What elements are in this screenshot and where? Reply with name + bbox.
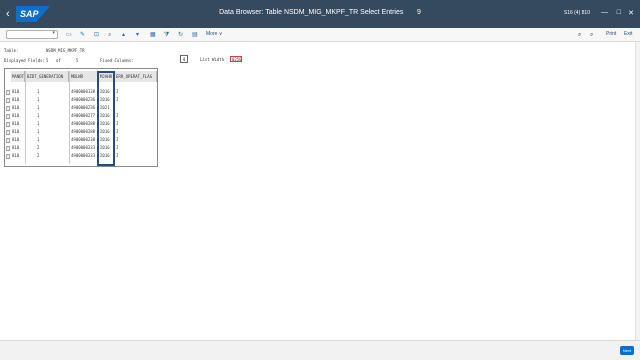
sort-descending-icon[interactable]: ▾ xyxy=(136,31,139,39)
page-title: Data Browser: Table NSDM_MIG_MKPF_TR Sel… xyxy=(0,9,640,16)
title-text: Data Browser: Table NSDM_MIG_MKPF_TR Sel… xyxy=(219,9,404,16)
cell-mandt: 810 xyxy=(12,153,20,158)
column-highlight-mjahr xyxy=(97,71,115,166)
cell-mblnr: 4900000236 xyxy=(71,105,96,110)
find-icon[interactable]: ⌕ xyxy=(108,31,111,39)
row-selector[interactable] xyxy=(6,154,10,159)
displayed-fields-value: 5 xyxy=(46,58,49,63)
fixed-columns-label: Fixed Columns: xyxy=(100,58,134,63)
print-button[interactable]: Print xyxy=(606,31,616,37)
cell-err-operat-flag: I xyxy=(116,145,119,150)
cell-mandt: 810 xyxy=(12,105,20,110)
table-label: Table: xyxy=(4,48,19,53)
table-row[interactable]: 810 1 4900000138 2016 I xyxy=(5,89,157,96)
cell-err-operat-flag: I xyxy=(116,153,119,158)
cell-bzdt-generation: 1 xyxy=(37,105,40,110)
system-info: S16 (4) 810 xyxy=(563,10,590,16)
displayed-fields-label: Displayed Fields: xyxy=(4,58,45,63)
next-button[interactable]: Next xyxy=(620,346,634,355)
footer-bar: Next xyxy=(0,340,640,360)
minimize-icon[interactable]: — xyxy=(601,9,608,16)
list-width-field[interactable]: 0250 xyxy=(230,56,242,62)
chevron-down-icon[interactable]: ▾ xyxy=(52,30,55,36)
table-row[interactable]: 810 1 4900000288 2016 I xyxy=(5,121,157,128)
row-selector[interactable] xyxy=(6,130,10,135)
column-icon[interactable]: ▤ xyxy=(192,31,198,39)
more-menu[interactable]: More ∨ xyxy=(206,31,222,37)
exit-button[interactable]: Exit xyxy=(624,31,632,37)
cell-mblnr: 4900000238 xyxy=(71,137,96,142)
fixed-columns-field[interactable]: 4 xyxy=(180,55,188,63)
list-width-label: List Width xyxy=(200,57,225,62)
cell-mandt: 810 xyxy=(12,89,20,94)
cell-mblnr: 4900000288 xyxy=(71,121,96,126)
search-next-icon[interactable]: ⌕ xyxy=(590,31,593,39)
command-field[interactable]: ▾ xyxy=(6,30,58,39)
edit-icon[interactable]: ✎ xyxy=(80,31,85,39)
check-table-icon[interactable]: ⊡ xyxy=(94,31,99,39)
cell-mblnr: 4900000236 xyxy=(71,97,96,102)
table-row[interactable]: 810 2 4900000233 2016 I xyxy=(5,145,157,152)
close-icon[interactable]: ✕ xyxy=(628,9,634,17)
row-selector[interactable] xyxy=(6,146,10,151)
cell-bzdt-generation: 1 xyxy=(37,137,40,142)
cell-err-operat-flag: I xyxy=(116,137,119,142)
cell-bzdt-generation: 1 xyxy=(37,113,40,118)
cell-err-operat-flag: I xyxy=(116,89,119,94)
title-bar: ‹ SAP Data Browser: Table NSDM_MIG_MKPF_… xyxy=(0,0,640,28)
cell-mblnr: 4900000288 xyxy=(71,129,96,134)
filter-icon[interactable]: ⧩ xyxy=(164,31,169,39)
cell-mandt: 810 xyxy=(12,121,20,126)
table-row[interactable]: 810 2 4900000233 2016 I xyxy=(5,153,157,160)
results-table: MANDT BZDT_GENERATION MBLNR MJAHR ERR_OP… xyxy=(4,68,158,167)
table-row[interactable]: 810 1 4900000277 2016 I xyxy=(5,113,157,120)
cell-mblnr: 4900000233 xyxy=(71,145,96,150)
vertical-scrollbar[interactable] xyxy=(635,42,640,340)
column-header-bzdt-generation[interactable]: BZDT_GENERATION xyxy=(26,71,69,82)
cell-mandt: 810 xyxy=(12,97,20,102)
cell-err-operat-flag: I xyxy=(116,97,119,102)
cell-bzdt-generation: 1 xyxy=(37,129,40,134)
table-row[interactable]: 810 1 4900000238 2016 I xyxy=(5,137,157,144)
table-name: NSDM_MIG_MKPF_TR xyxy=(46,48,85,53)
cell-err-operat-flag: I xyxy=(116,121,119,126)
restore-icon[interactable]: □ xyxy=(617,9,621,16)
cell-bzdt-generation: 2 xyxy=(37,153,40,158)
column-header-mandt[interactable]: MANDT xyxy=(11,71,25,82)
cell-bzdt-generation: 1 xyxy=(37,89,40,94)
sap-window: ‹ SAP Data Browser: Table NSDM_MIG_MKPF_… xyxy=(0,0,640,360)
row-selector[interactable] xyxy=(6,90,10,95)
cell-bzdt-generation: 2 xyxy=(37,145,40,150)
entry-count: 9 xyxy=(416,9,421,16)
cell-mblnr: 4900000138 xyxy=(71,89,96,94)
cell-mblnr: 4900000277 xyxy=(71,113,96,118)
column-header-mblnr[interactable]: MBLNR xyxy=(70,71,98,82)
total-fields-value: 5 xyxy=(76,58,79,63)
refresh-icon[interactable]: ↻ xyxy=(178,31,183,39)
table-row[interactable]: 810 1 4900000236 2016 I xyxy=(5,97,157,104)
cell-mblnr: 4900000233 xyxy=(71,153,96,158)
cell-bzdt-generation: 1 xyxy=(37,97,40,102)
row-selector[interactable] xyxy=(6,98,10,103)
of-label: of xyxy=(56,58,61,63)
cell-mandt: 810 xyxy=(12,137,20,142)
sort-ascending-icon[interactable]: ▴ xyxy=(122,31,125,39)
row-selector[interactable] xyxy=(6,114,10,119)
cell-mandt: 810 xyxy=(12,145,20,150)
cell-mandt: 810 xyxy=(12,129,20,134)
details-icon[interactable]: ▭ xyxy=(66,31,72,39)
cell-mandt: 810 xyxy=(12,113,20,118)
search-icon[interactable]: ⌕ xyxy=(578,31,581,39)
row-selector[interactable] xyxy=(6,138,10,143)
column-header-err-operat-flag[interactable]: ERR_OPERAT_FLAG xyxy=(115,71,157,82)
layout-icon[interactable]: ▦ xyxy=(150,31,156,39)
cell-err-operat-flag: I xyxy=(116,113,119,118)
row-selector[interactable] xyxy=(6,122,10,127)
cell-bzdt-generation: 1 xyxy=(37,121,40,126)
table-row[interactable]: 810 1 4900000288 2016 I xyxy=(5,129,157,136)
cell-err-operat-flag: I xyxy=(116,129,119,134)
table-row[interactable]: 810 1 4900000236 2021 xyxy=(5,105,157,112)
application-toolbar: ▾ ▭ ✎ ⊡ ⌕ ▴ ▾ ▦ ⧩ ↻ ▤ More ∨ ⌕ ⌕ Print E… xyxy=(0,28,640,42)
row-selector[interactable] xyxy=(6,106,10,111)
